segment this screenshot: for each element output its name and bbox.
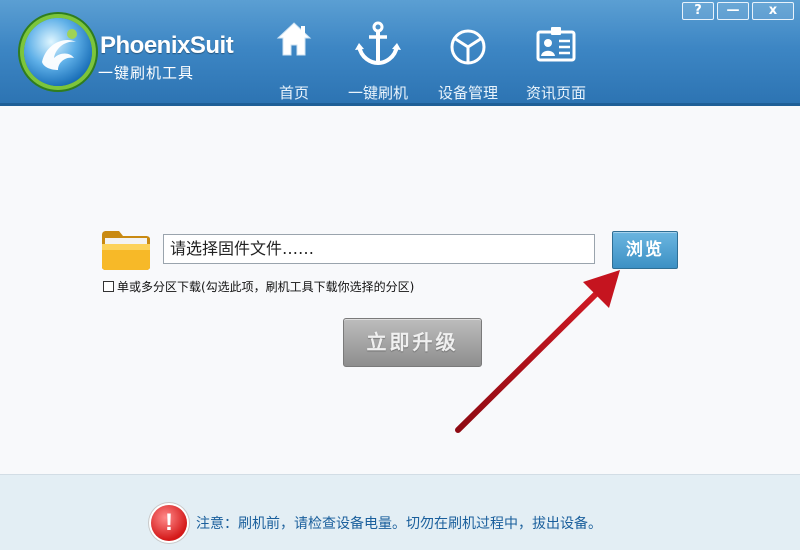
- close-button[interactable]: x: [752, 2, 794, 20]
- phoenixsuit-logo-icon: [24, 18, 92, 86]
- home-icon: [276, 20, 312, 62]
- brand-name: PhoenixSuit: [100, 32, 234, 59]
- warning-exclamation-icon: !: [151, 505, 187, 541]
- header-bar: PhoenixSuit 一键刷机工具 首页 一键刷机 设备管理 资讯页面 ? —…: [0, 0, 800, 106]
- nav-device-manage[interactable]: 设备管理: [430, 0, 506, 106]
- help-button[interactable]: ?: [682, 2, 714, 20]
- nav-one-key-flash[interactable]: 一键刷机: [340, 0, 416, 106]
- nav-home[interactable]: 首页: [262, 0, 326, 106]
- footer-notice-bar: [0, 474, 800, 550]
- warning-text: 注意：刷机前，请检查设备电量。切勿在刷机过程中，拔出设备。: [196, 516, 602, 532]
- red-arrow-annotation: [455, 270, 620, 433]
- partition-download-option[interactable]: 单或多分区下载(勾选此项，刷机工具下载你选择的分区): [103, 278, 414, 295]
- nav-home-label: 首页: [278, 84, 309, 102]
- partition-download-label: 单或多分区下载(勾选此项，刷机工具下载你选择的分区): [117, 280, 415, 294]
- brand-subtitle: 一键刷机工具: [98, 64, 195, 82]
- folder-icon: [101, 229, 151, 271]
- firmware-file-input[interactable]: 请选择固件文件……: [163, 234, 595, 264]
- window-controls: ? — x: [682, 2, 794, 20]
- nav-device-label: 设备管理: [437, 84, 498, 102]
- minimize-button[interactable]: —: [717, 2, 749, 20]
- device-cube-icon: [449, 28, 487, 70]
- nav-news-label: 资讯页面: [525, 84, 586, 102]
- browse-button[interactable]: 浏览: [612, 231, 678, 269]
- anchor-icon: [354, 20, 402, 70]
- nav-news-page[interactable]: 资讯页面: [518, 0, 594, 106]
- nav-flash-label: 一键刷机: [347, 84, 408, 102]
- partition-download-checkbox[interactable]: [103, 281, 114, 292]
- news-card-icon: [536, 26, 576, 66]
